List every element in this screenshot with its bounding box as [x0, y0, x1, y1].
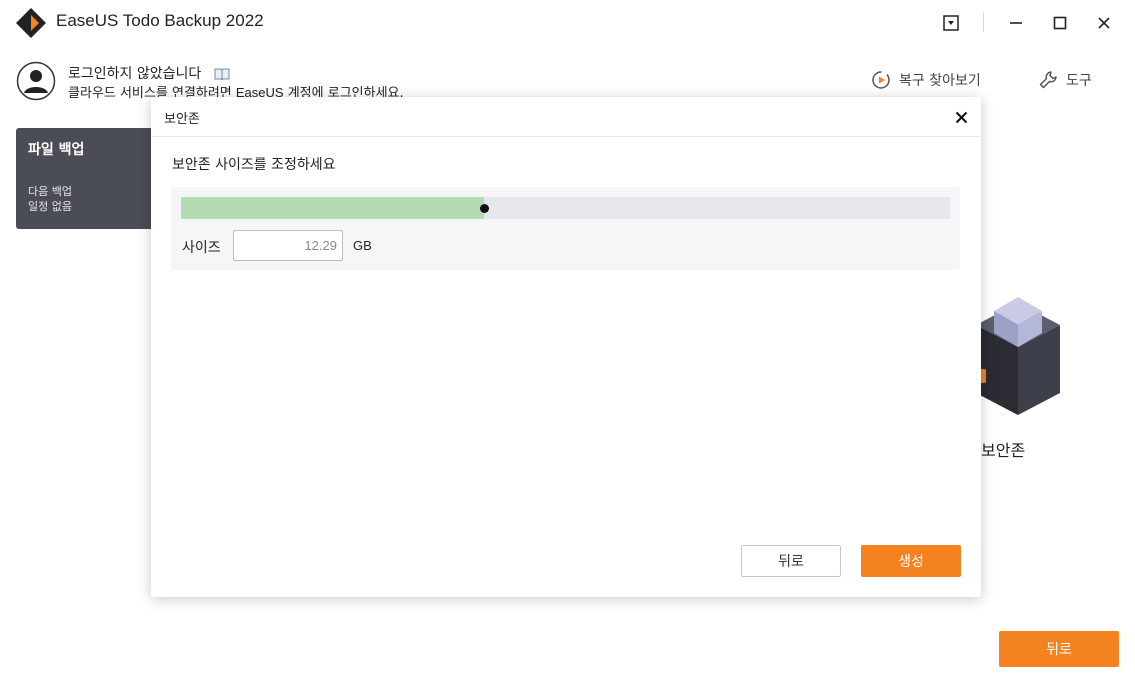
bottom-back-button[interactable]: 뒤로 — [999, 631, 1119, 667]
close-icon[interactable] — [1091, 10, 1117, 36]
size-unit: GB — [353, 238, 372, 253]
size-slider[interactable] — [181, 197, 950, 219]
dropdown-icon[interactable] — [938, 10, 964, 36]
tools-link[interactable]: 도구 — [1038, 70, 1092, 90]
create-button[interactable]: 생성 — [861, 545, 961, 577]
dialog-title: 보안존 — [164, 112, 200, 127]
easeus-logo-icon — [16, 8, 46, 38]
size-input[interactable] — [233, 230, 343, 261]
restore-browse-label: 복구 찾아보기 — [899, 73, 981, 89]
book-icon — [214, 68, 230, 80]
restore-browse-link[interactable]: 복구 찾아보기 — [871, 70, 981, 90]
tools-label: 도구 — [1066, 73, 1092, 89]
login-status-text: 로그인하지 않았습니다 — [68, 66, 202, 82]
size-label: 사이즈 — [182, 240, 221, 256]
dialog-back-button[interactable]: 뒤로 — [741, 545, 841, 577]
security-zone-label[interactable]: 보안존 — [981, 437, 1025, 461]
avatar-icon[interactable] — [16, 61, 56, 101]
dialog-header: 보안존 — [151, 97, 981, 137]
maximize-icon[interactable] — [1047, 10, 1073, 36]
wrench-icon — [1039, 71, 1057, 89]
no-schedule-label: 일정 없음 — [28, 200, 72, 213]
login-status[interactable]: 로그인하지 않았습니다 — [68, 63, 230, 83]
dialog-close-icon[interactable] — [951, 107, 971, 127]
size-slider-handle[interactable] — [479, 204, 489, 213]
title-bar: EaseUS Todo Backup 2022 — [0, 0, 1135, 44]
app-title: EaseUS Todo Backup 2022 — [56, 11, 264, 30]
restore-icon — [872, 71, 890, 89]
dialog-instruction: 보안존 사이즈를 조정하세요 — [172, 157, 336, 173]
file-backup-title: 파일 백업 — [28, 142, 85, 158]
titlebar-divider — [983, 12, 984, 32]
size-panel: 사이즈 GB — [171, 187, 960, 270]
file-backup-card[interactable]: 파일 백업 다음 백업 일정 없음 — [16, 128, 156, 229]
next-backup-label: 다음 백업 — [28, 185, 72, 198]
security-zone-dialog: 보안존 보안존 사이즈를 조정하세요 사이즈 GB 뒤로 생성 — [151, 97, 981, 597]
minimize-icon[interactable] — [1003, 10, 1029, 36]
size-slider-fill — [181, 197, 484, 219]
